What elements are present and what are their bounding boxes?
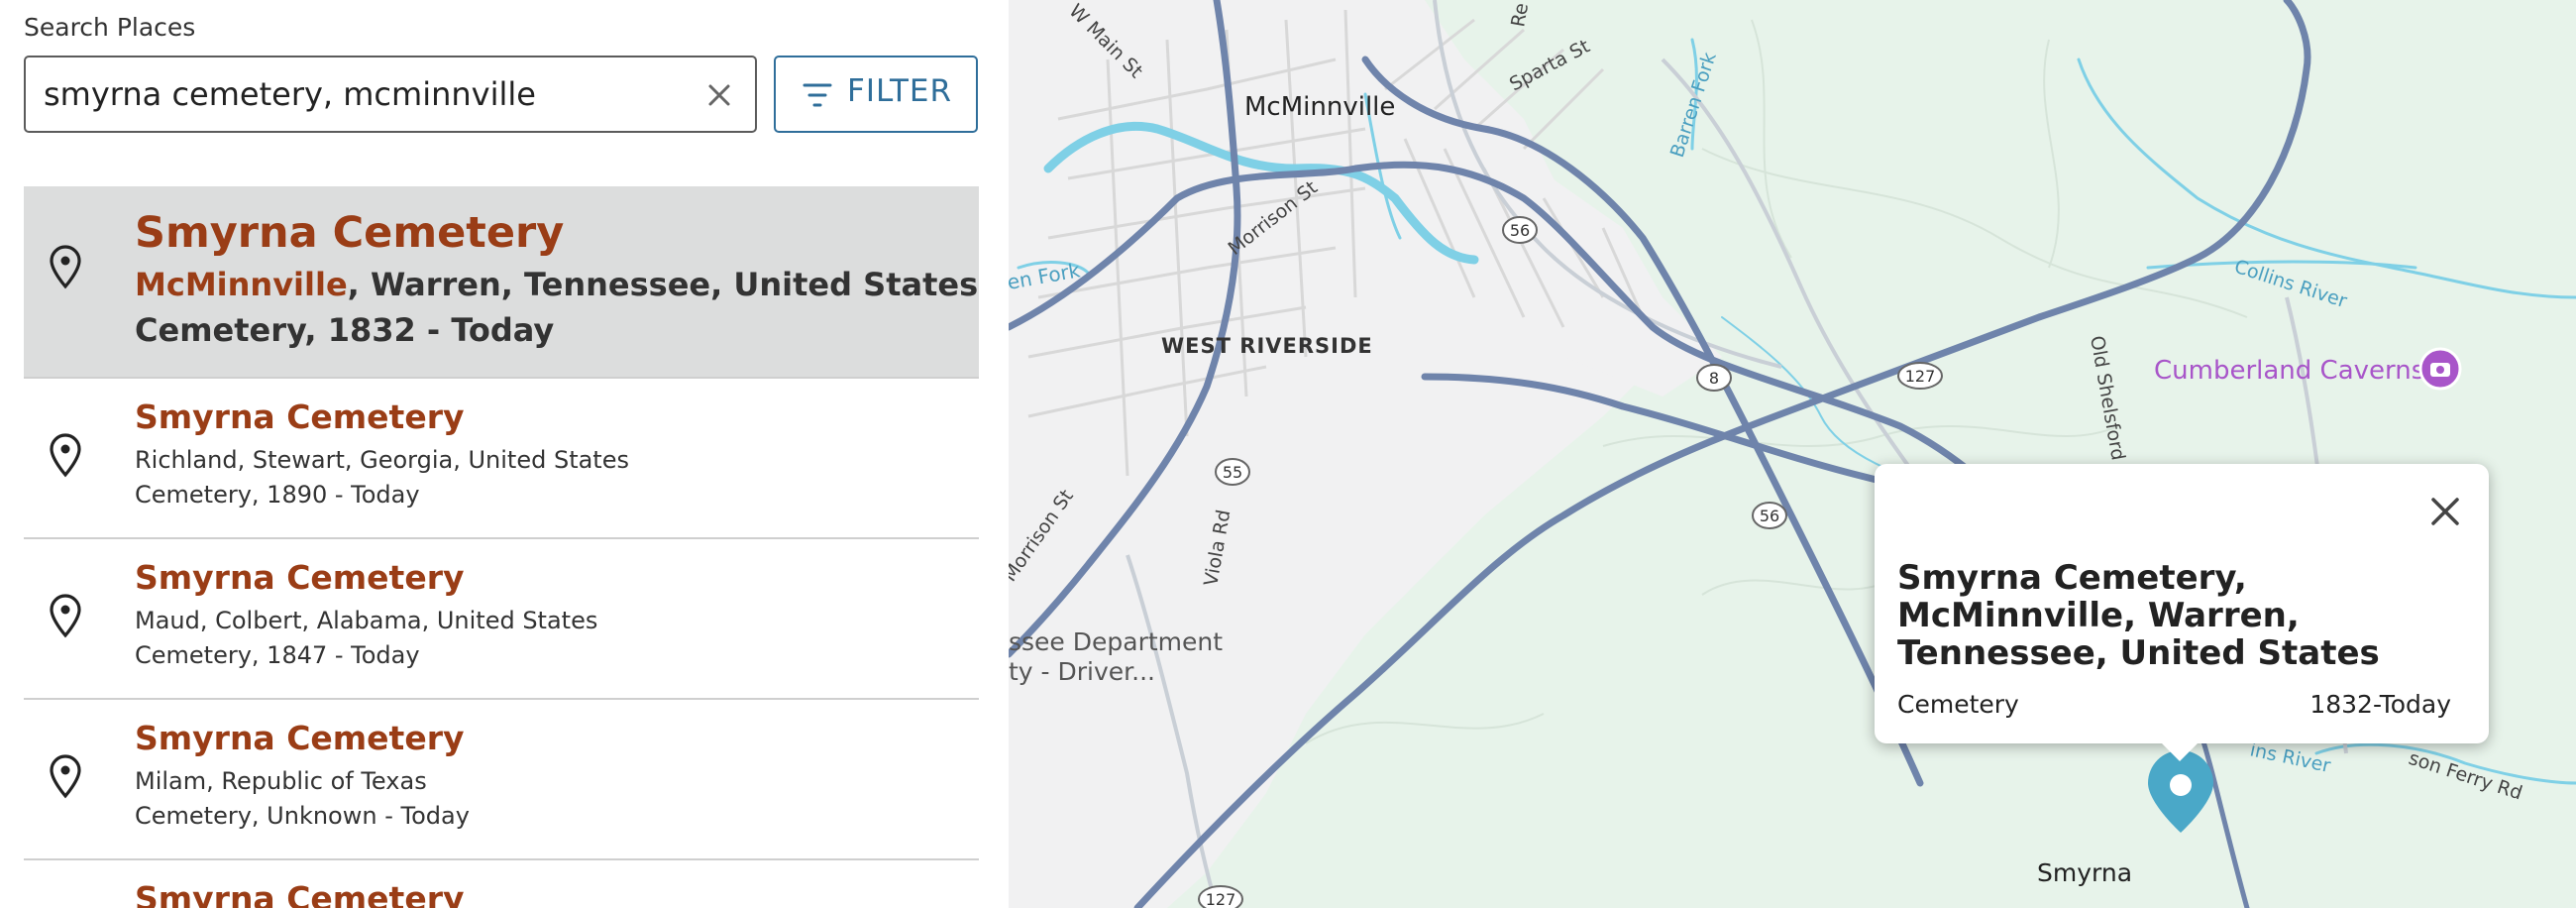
neighborhood-label: WEST RIVERSIDE xyxy=(1161,334,1373,358)
street-label: Re xyxy=(1507,1,1533,29)
route-shield: 56 xyxy=(1752,502,1787,529)
result-item[interactable]: Smyrna Cemetery Richland, Stewart, Georg… xyxy=(24,379,979,539)
search-box[interactable] xyxy=(24,56,757,133)
route-shield: 56 xyxy=(1502,216,1538,244)
result-meta: Cemetery, 1832 - Today xyxy=(135,311,555,349)
result-title[interactable]: Smyrna Cemetery xyxy=(135,397,465,436)
clear-icon[interactable] xyxy=(701,77,737,113)
street-label: Old Shelsford xyxy=(2086,334,2129,462)
close-icon[interactable] xyxy=(2425,492,2465,531)
result-item[interactable]: Smyrna Cemetery xyxy=(24,860,979,908)
result-place-rest: , Warren, Tennessee, United States xyxy=(347,266,979,303)
map-canvas[interactable]: 56 8 127 55 56 127 McMinnville WEST RIVE… xyxy=(1009,0,2576,908)
city-label: McMinnville xyxy=(1244,92,1395,122)
place-popup: Smyrna Cemetery, McMinnville, Warren, Te… xyxy=(1875,464,2489,743)
result-meta: Cemetery, 1847 - Today xyxy=(135,641,420,669)
result-place: Milam, Republic of Texas xyxy=(135,767,427,795)
route-shield: 55 xyxy=(1215,458,1250,486)
river-label: Collins River xyxy=(2231,256,2349,312)
result-place: McMinnville, Warren, Tennessee, United S… xyxy=(135,266,978,303)
result-meta: Cemetery, 1890 - Today xyxy=(135,481,420,509)
result-item[interactable]: Smyrna Cemetery Milam, Republic of Texas… xyxy=(24,700,979,860)
map-pin-icon xyxy=(50,433,81,478)
route-shield: 8 xyxy=(1696,364,1732,392)
search-panel: Search Places FILTER Smyrna Cemetery McM… xyxy=(0,0,1009,908)
popup-dates: 1832-Today xyxy=(2309,690,2451,719)
route-shield-label: 56 xyxy=(1760,507,1779,525)
search-label: Search Places xyxy=(24,13,196,42)
result-place-highlight: McMinnville xyxy=(135,266,348,303)
route-shield-label: 127 xyxy=(1905,367,1936,386)
route-shield-label: 55 xyxy=(1223,463,1242,482)
filter-button[interactable]: FILTER xyxy=(774,56,978,133)
poi-label: ty - Driver... xyxy=(1009,657,1155,686)
poi-label[interactable]: Cumberland Caverns xyxy=(2154,356,2424,386)
location-marker-icon[interactable] xyxy=(2148,750,2213,833)
result-place: Richland, Stewart, Georgia, United State… xyxy=(135,446,629,474)
search-input[interactable] xyxy=(44,69,688,119)
result-meta: Cemetery, Unknown - Today xyxy=(135,802,470,830)
result-title[interactable]: Smyrna Cemetery xyxy=(135,208,564,258)
result-title[interactable]: Smyrna Cemetery xyxy=(135,719,465,757)
filter-label: FILTER xyxy=(847,73,953,109)
popup-title: Smyrna Cemetery, McMinnville, Warren, Te… xyxy=(1897,558,2380,673)
result-item[interactable]: Smyrna Cemetery Maud, Colbert, Alabama, … xyxy=(24,539,979,700)
town-label: Smyrna xyxy=(2037,858,2132,887)
route-shield: 127 xyxy=(1198,885,1243,908)
result-title[interactable]: Smyrna Cemetery xyxy=(135,879,465,908)
map-pin-icon xyxy=(50,754,81,799)
filter-icon xyxy=(803,83,832,107)
poi-label: ssee Department xyxy=(1009,627,1223,656)
result-title[interactable]: Smyrna Cemetery xyxy=(135,558,465,597)
result-place: Maud, Colbert, Alabama, United States xyxy=(135,607,598,634)
popup-pointer xyxy=(2160,741,2200,761)
map-pin-icon xyxy=(50,245,81,289)
result-item[interactable]: Smyrna Cemetery McMinnville, Warren, Ten… xyxy=(24,186,979,379)
street-label: son Ferry Rd xyxy=(2406,747,2524,805)
map-pin-icon xyxy=(50,594,81,638)
route-shield: 127 xyxy=(1897,362,1943,390)
town-area xyxy=(1009,0,1663,908)
route-shield-label: 56 xyxy=(1510,221,1530,240)
street-label: Sparta St xyxy=(1506,36,1593,96)
route-shield-label: 8 xyxy=(1709,369,1719,388)
route-shield-label: 127 xyxy=(1206,890,1236,908)
poi-cumberland-caverns[interactable]: Cumberland Caverns xyxy=(2154,347,2462,391)
popup-type: Cemetery xyxy=(1897,690,2019,719)
map-view[interactable]: 56 8 127 55 56 127 McMinnville WEST RIVE… xyxy=(1009,0,2576,908)
river-label: ins River xyxy=(2248,738,2332,777)
